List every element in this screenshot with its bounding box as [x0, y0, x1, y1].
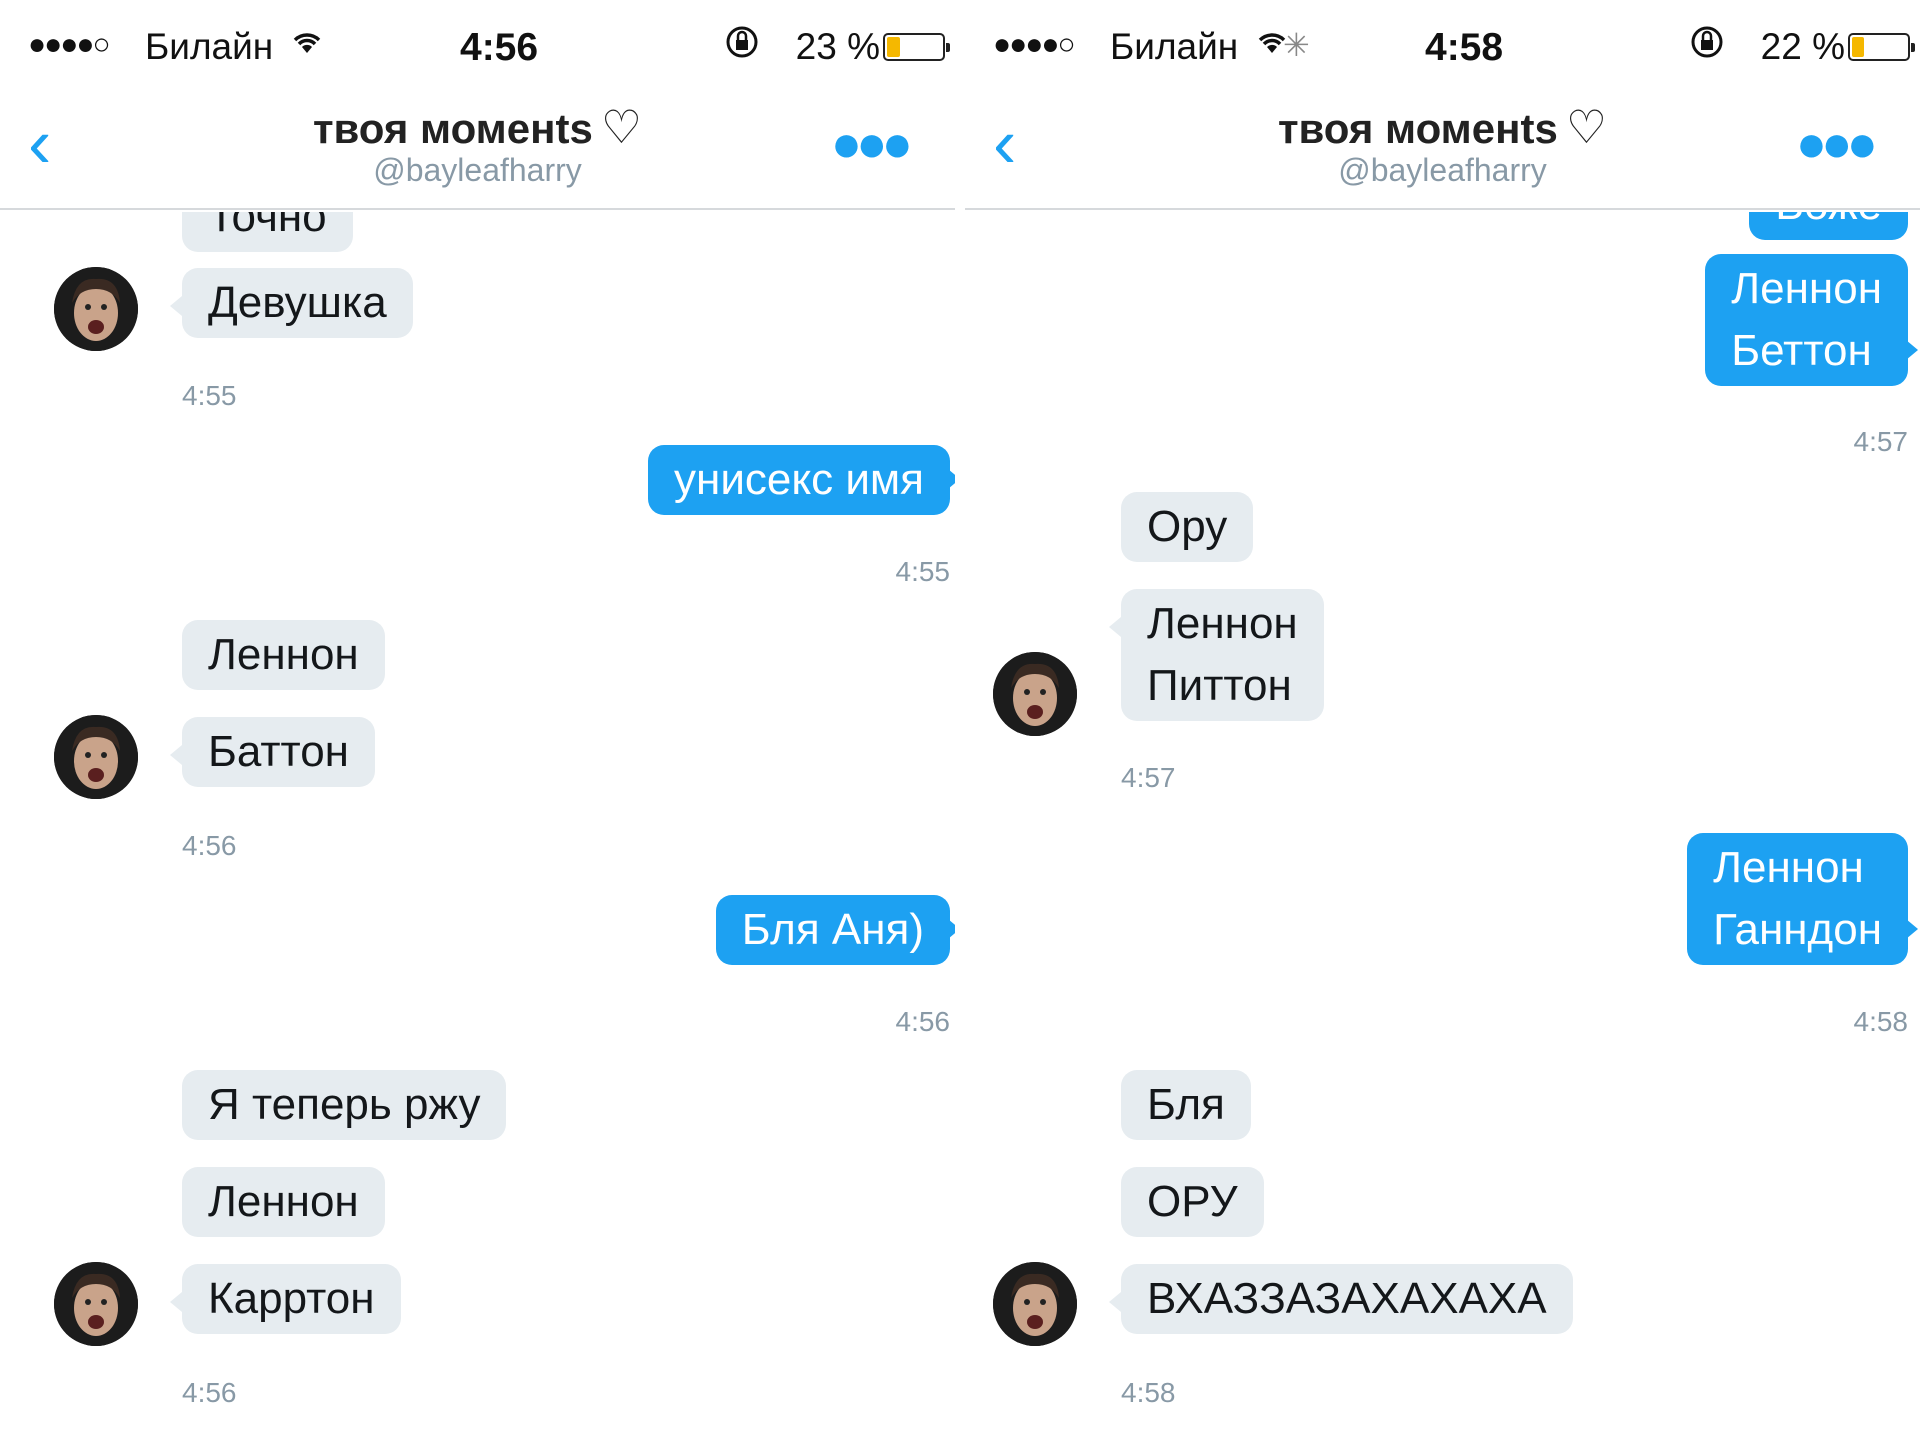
message-timestamp: 4:56 [182, 830, 237, 861]
message-bubble-outgoing[interactable]: Боже [1749, 212, 1908, 240]
avatar[interactable] [54, 267, 138, 351]
message-bubble-incoming[interactable]: Я теперь ржу [182, 1070, 507, 1140]
battery-fill [1852, 37, 1864, 57]
message-list: Боже Леннон Беттон 4:57 Ору Леннон Питто… [965, 212, 1920, 1440]
signal-icon: ●●●●○ [993, 28, 1076, 61]
activity-spinner-icon: ✳ [1283, 27, 1310, 63]
message-timestamp: 4:57 [1853, 426, 1909, 457]
conversation-handle: @bayleafharry [373, 152, 582, 188]
status-bar: ●●●●○ Билайн 4:56 23 % [0, 0, 955, 90]
heart-outline-icon: ♡ [1565, 101, 1608, 153]
message-bubble-incoming[interactable]: Ору [1121, 492, 1254, 562]
message-bubble-incoming[interactable]: Точно [182, 212, 353, 252]
avatar[interactable] [54, 715, 138, 799]
message-bubble-outgoing[interactable]: Бля Аня) [715, 895, 955, 965]
more-dots-icon[interactable]: ●●● [831, 118, 913, 170]
message-bubble-incoming[interactable]: Карртон [170, 1264, 401, 1334]
message-bubble-outgoing[interactable]: Леннон Беттон [1705, 254, 1918, 386]
message-bubble-incoming[interactable]: ВХАЗЗАЗАХАХАХА [1109, 1264, 1573, 1334]
message-timestamp: 4:55 [895, 556, 951, 587]
message-bubble-outgoing[interactable]: Леннон Ганндон [1687, 833, 1918, 965]
message-bubble-incoming[interactable]: Бля [1121, 1070, 1251, 1140]
rotation-lock-icon [1689, 24, 1725, 69]
battery-fill [887, 37, 900, 57]
avatar[interactable] [993, 652, 1077, 736]
message-bubble-incoming[interactable]: Леннон [182, 620, 385, 690]
message-timestamp: 4:58 [1121, 1377, 1176, 1408]
conversation-title: твоя моменts ♡ [965, 100, 1920, 154]
message-timestamp: 4:56 [182, 1377, 237, 1408]
heart-outline-icon: ♡ [600, 101, 643, 153]
nav-bar: ‹ твоя моменts ♡ @bayleafharry ●●● [0, 90, 955, 210]
status-bar: ●●●●○ Билайн ✳ 4:58 22 % [965, 0, 1920, 90]
battery-icon [1848, 33, 1915, 61]
battery-icon [883, 33, 950, 61]
message-timestamp: 4:58 [1853, 1006, 1909, 1037]
message-bubble-incoming[interactable]: Девушка [170, 268, 413, 338]
nav-bar: ‹ твоя моменts ♡ @bayleafharry ●●● [965, 90, 1920, 210]
message-timestamp: 4:57 [1121, 762, 1176, 793]
battery-percent: 22 % [1760, 26, 1845, 67]
battery-percent: 23 % [795, 26, 880, 67]
message-bubble-incoming[interactable]: Леннон [182, 1167, 385, 1237]
message-list: Точно Девушка 4:55 унисекс имя 4:55 Ленн… [0, 212, 955, 1440]
message-bubble-outgoing[interactable]: унисекс имя [648, 445, 955, 515]
carrier-name: Билайн [145, 26, 274, 67]
signal-icon: ●●●●○ [28, 28, 111, 61]
message-bubble-incoming[interactable]: ОРУ [1121, 1167, 1264, 1237]
carrier-name: Билайн [1110, 26, 1239, 67]
avatar[interactable] [993, 1262, 1077, 1346]
rotation-lock-icon [724, 24, 760, 69]
conversation-handle: @bayleafharry [1338, 152, 1547, 188]
message-bubble-incoming[interactable]: Баттон [170, 717, 375, 787]
chat-screen-left: ●●●●○ Билайн 4:56 23 % ‹ твоя моменts ♡ @… [0, 0, 955, 1440]
message-timestamp: 4:56 [895, 1006, 951, 1037]
avatar[interactable] [54, 1262, 138, 1346]
conversation-title-text: твоя моменts [1277, 105, 1558, 152]
conversation-title: твоя моменts ♡ [0, 100, 955, 154]
status-time: 4:56 [460, 26, 539, 69]
message-bubble-incoming[interactable]: Леннон Питтон [1109, 589, 1324, 721]
status-time: 4:58 [1425, 26, 1504, 69]
conversation-title-text: твоя моменts [312, 105, 593, 152]
more-dots-icon[interactable]: ●●● [1796, 118, 1878, 170]
message-timestamp: 4:55 [182, 380, 237, 411]
chat-screen-right: ●●●●○ Билайн ✳ 4:58 22 % ‹ твоя моменts ♡… [965, 0, 1920, 1440]
wifi-icon [290, 26, 324, 64]
